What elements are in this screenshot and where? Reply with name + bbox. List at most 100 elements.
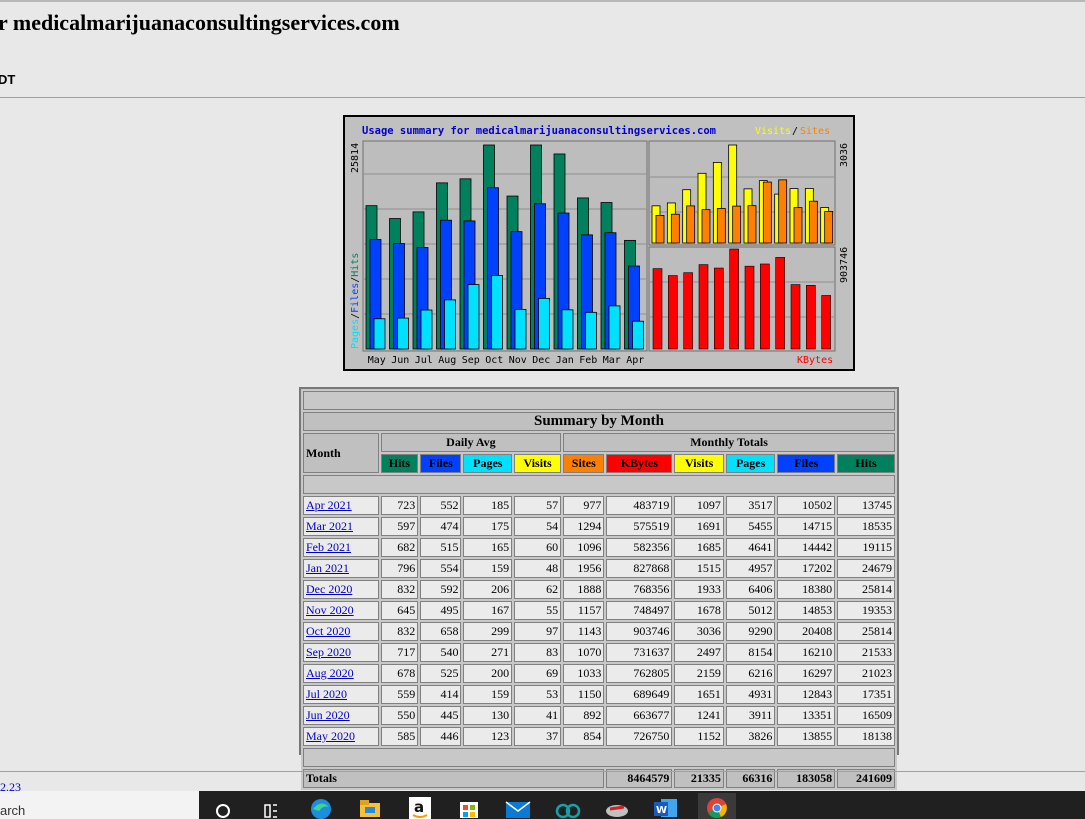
- svg-text:W: W: [656, 805, 667, 816]
- bar-pages-oct: [491, 275, 503, 350]
- cortana-icon[interactable]: [208, 793, 238, 819]
- tick-label-dec: Dec: [532, 355, 550, 366]
- bar-pages-aug: [444, 299, 456, 350]
- table-cell: 1150: [563, 685, 605, 704]
- month-link[interactable]: Nov 2020: [306, 603, 354, 617]
- table-cell: 726750: [606, 727, 673, 746]
- tick-label-may: May: [368, 355, 386, 366]
- taskbar-search-box[interactable]: arch: [0, 791, 199, 819]
- footer-divider: [0, 771, 1085, 772]
- table-cell: 827868: [606, 559, 673, 578]
- arduino-icon[interactable]: [553, 793, 583, 819]
- table-cell: 13351: [777, 706, 836, 725]
- month-link[interactable]: Sep 2020: [306, 645, 351, 659]
- bar-kbytes-may: [652, 268, 663, 350]
- monthly-col-sites: Sites: [563, 454, 605, 473]
- table-row: Aug 2020 678 525 200 69 1033 762805 2159 6216 162…: [303, 664, 895, 683]
- edge-browser-icon[interactable]: [306, 793, 336, 819]
- kbytes-label: KBytes: [797, 355, 833, 366]
- summary-table: Summary by Month Month Daily Avg Monthly…: [301, 389, 897, 790]
- file-explorer-icon[interactable]: [355, 793, 385, 819]
- bar-pages-jun: [397, 317, 409, 350]
- app-icon[interactable]: [602, 793, 632, 819]
- table-cell: 175: [463, 517, 513, 536]
- tick-label-apr: Apr: [626, 355, 644, 366]
- table-cell: 54: [514, 517, 562, 536]
- table-cell: 62: [514, 580, 562, 599]
- table-cell: 3517: [725, 496, 776, 515]
- bar-sites-jul: [686, 205, 696, 244]
- table-cell: 83: [514, 643, 562, 662]
- month-link[interactable]: Aug 2020: [306, 666, 354, 680]
- summary-table-container: Summary by Month Month Daily Avg Monthly…: [299, 387, 899, 790]
- table-cell: 57: [514, 496, 562, 515]
- table-cell: 832: [380, 580, 419, 599]
- daily-col-hits: Hits: [380, 454, 419, 473]
- month-cell: Jul 2020: [303, 685, 379, 704]
- table-cell: 1097: [674, 496, 724, 515]
- daily-col-files: Files: [420, 454, 462, 473]
- table-cell: 689649: [606, 685, 673, 704]
- table-cell: 832: [380, 622, 419, 641]
- month-link[interactable]: Jan 2021: [306, 561, 349, 575]
- month-link[interactable]: Oct 2020: [306, 624, 350, 638]
- table-cell: 592: [420, 580, 462, 599]
- table-row: Nov 2020 645 495 167 55 1157 748497 1678 5012 148…: [303, 601, 895, 620]
- tick-label-nov: Nov: [509, 355, 527, 366]
- monthly-col-kbytes: KBytes: [606, 454, 673, 473]
- top-border: [0, 0, 1085, 2]
- month-link[interactable]: May 2020: [306, 729, 355, 743]
- mail-icon[interactable]: [503, 793, 533, 819]
- axis-label-hits: Hits: [350, 253, 361, 277]
- task-view-icon[interactable]: [256, 793, 286, 819]
- table-cell: 1678: [674, 601, 724, 620]
- bar-kbytes-dec: [760, 263, 770, 350]
- table-row: Jan 2021 796 554 159 48 1956 827868 1515 4957 172…: [303, 559, 895, 578]
- daily-avg-header: Daily Avg: [380, 433, 562, 452]
- month-link[interactable]: Jul 2020: [306, 687, 347, 701]
- usage-chart-svg: Usage summary for medicalmarijuanaconsul…: [350, 125, 850, 366]
- table-cell: 271: [463, 643, 513, 662]
- table-cell: 1096: [563, 538, 605, 557]
- month-link[interactable]: Apr 2021: [306, 498, 352, 512]
- amazon-icon[interactable]: a: [405, 793, 435, 819]
- bar-pages-sep: [467, 284, 480, 350]
- windows-taskbar: arch a W: [0, 791, 1085, 819]
- table-cell: 123: [463, 727, 513, 746]
- usage-chart: Usage summary for medicalmarijuanaconsul…: [343, 115, 855, 371]
- table-cell: 3826: [725, 727, 776, 746]
- month-link[interactable]: Dec 2020: [306, 582, 352, 596]
- bar-kbytes-feb: [790, 284, 801, 350]
- table-cell: 597: [380, 517, 419, 536]
- word-icon[interactable]: W: [651, 793, 681, 819]
- bar-kbytes-mar: [806, 285, 816, 350]
- bar-sites-feb: [793, 207, 803, 244]
- bar-kbytes-jan: [775, 257, 785, 350]
- table-cell: 550: [380, 706, 419, 725]
- table-cell: 21023: [837, 664, 895, 683]
- table-caption: Summary by Month: [303, 412, 895, 431]
- store-icon[interactable]: [454, 793, 484, 819]
- table-cell: 167: [463, 601, 513, 620]
- table-cell: 16509: [837, 706, 895, 725]
- month-link[interactable]: Feb 2021: [306, 540, 351, 554]
- table-cell: 5455: [725, 517, 776, 536]
- table-cell: 12843: [777, 685, 836, 704]
- bar-kbytes-aug: [698, 264, 709, 350]
- table-cell: 53: [514, 685, 562, 704]
- month-header: Month: [303, 433, 379, 473]
- bar-kbytes-jul: [683, 272, 693, 350]
- table-cell: 1515: [674, 559, 724, 578]
- table-cell: 1070: [563, 643, 605, 662]
- table-cell: 762805: [606, 664, 673, 683]
- table-cell: 16210: [777, 643, 836, 662]
- table-cell: 796: [380, 559, 419, 578]
- bar-sites-may: [655, 215, 665, 244]
- month-link[interactable]: Mar 2021: [306, 519, 353, 533]
- table-cell: 731637: [606, 643, 673, 662]
- table-cell: 17351: [837, 685, 895, 704]
- chrome-icon[interactable]: [698, 793, 736, 819]
- chart-tick-labels: May Jun Jul Aug Sep Oct Nov Dec Jan Feb Mar Apr: [368, 355, 645, 366]
- right-bottom-max-label: 903746: [839, 247, 850, 283]
- month-link[interactable]: Jun 2020: [306, 708, 350, 722]
